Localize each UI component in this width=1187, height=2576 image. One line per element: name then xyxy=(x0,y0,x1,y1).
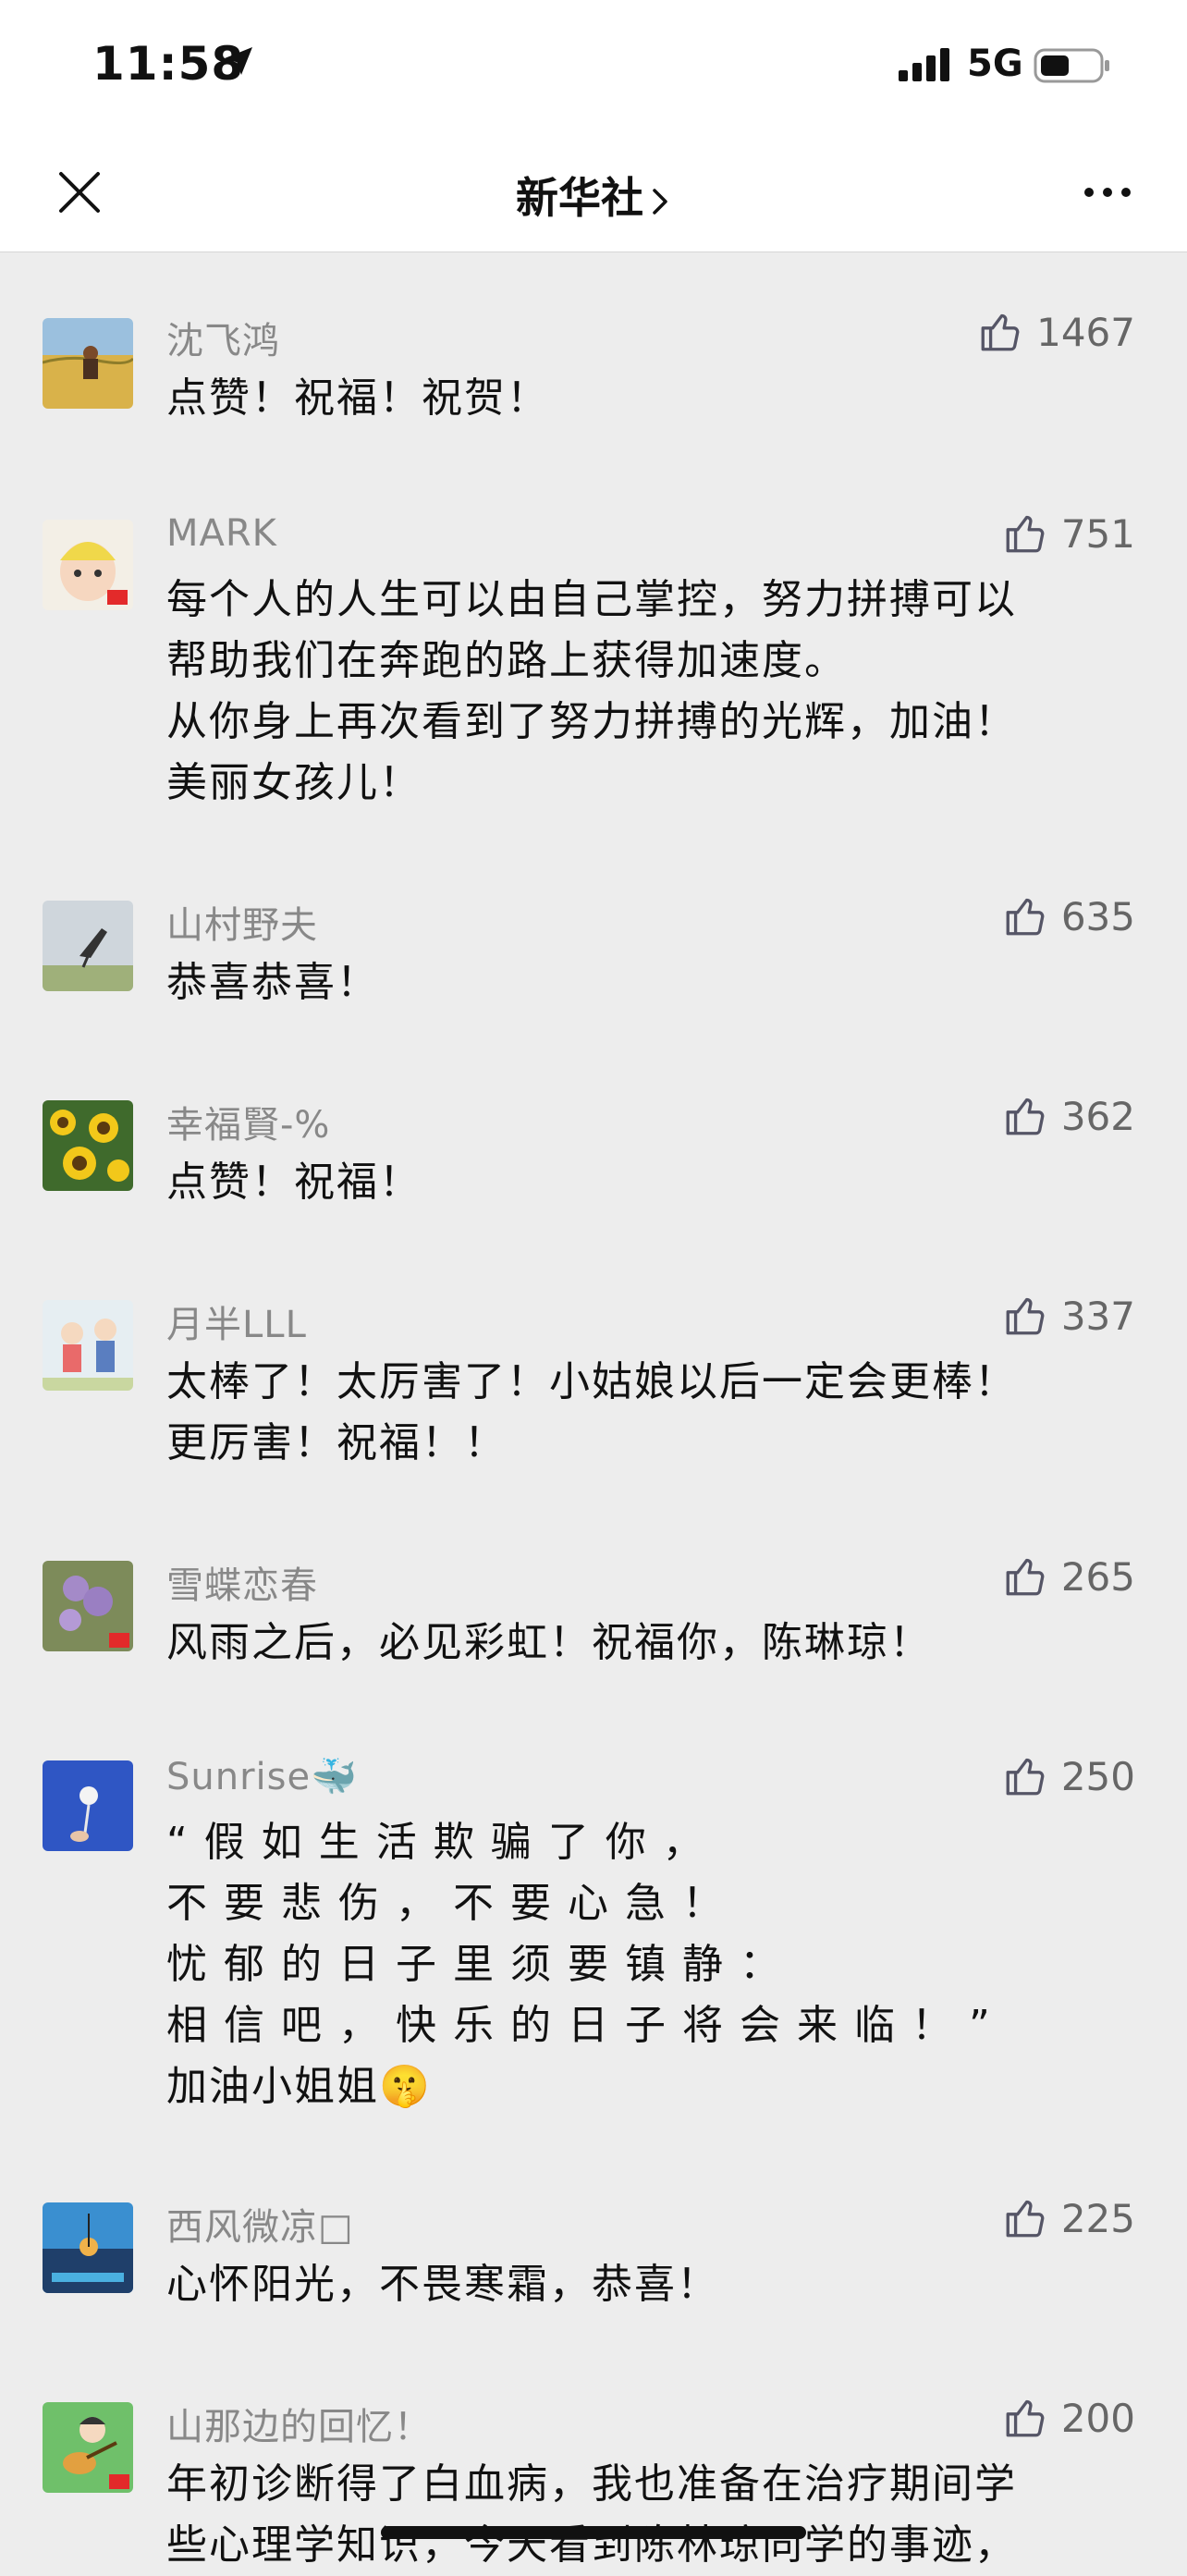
location-arrow-icon xyxy=(225,47,252,75)
comment-username[interactable]: MARK xyxy=(166,512,277,555)
sunset-avatar[interactable] xyxy=(43,2202,133,2293)
baby-avatar[interactable] xyxy=(43,520,133,610)
like-count: 362 xyxy=(1060,1093,1135,1139)
like-count: 635 xyxy=(1060,893,1135,939)
like-button[interactable]: 225 xyxy=(1002,2195,1135,2241)
comment-text-end: 加油小姐姐🤫 xyxy=(166,2063,432,2110)
more-icon[interactable] xyxy=(1082,183,1133,202)
like-button[interactable]: 200 xyxy=(1002,2395,1135,2441)
comment-text: 太棒了！太厉害了！小姑娘以后一定会更棒！ 更厉害！祝福！！ xyxy=(166,1358,1017,1466)
like-count: 250 xyxy=(1060,1753,1135,1799)
comment-text: “假如生活欺骗了你， 不要悲伤，不要心急！ 忧郁的日子里须要镇静： 相信吧，快乐… xyxy=(166,1819,1007,2049)
comment-username[interactable]: Sunrise🐳 xyxy=(166,1755,358,1798)
like-count: 225 xyxy=(1060,2195,1135,2241)
thumbs-up-icon xyxy=(1006,898,1045,936)
like-button[interactable]: 265 xyxy=(1002,1553,1135,1600)
thumbs-up-icon xyxy=(1006,1558,1045,1596)
like-button[interactable]: 250 xyxy=(1002,1753,1135,1799)
thumbs-up-icon xyxy=(1006,1758,1045,1796)
sunflower-avatar[interactable] xyxy=(43,1100,133,1191)
dandelion-avatar[interactable] xyxy=(43,1760,133,1851)
like-button[interactable]: 362 xyxy=(1002,1093,1135,1139)
comment-username[interactable]: 幸福賢-% xyxy=(166,1095,330,1148)
like-count: 337 xyxy=(1060,1293,1135,1339)
cartoon-avatar[interactable] xyxy=(43,1300,133,1391)
like-button[interactable]: 635 xyxy=(1002,893,1135,939)
comment-text: 点赞！祝福！祝贺！ xyxy=(166,374,549,422)
like-count: 1467 xyxy=(1036,309,1135,355)
comment-username[interactable]: 山那边的回忆！ xyxy=(166,2397,432,2450)
comment-username[interactable]: 西风微凉□ xyxy=(166,2197,354,2251)
whale-emoji: 🐳 xyxy=(311,1756,358,1798)
flower-avatar[interactable] xyxy=(43,1561,133,1651)
chevron-right-icon xyxy=(653,188,667,215)
like-button[interactable]: 751 xyxy=(1002,510,1135,557)
comment-text: 恭喜恭喜！ xyxy=(166,959,379,1006)
network-type: 5G xyxy=(967,43,1023,85)
thumbs-up-icon xyxy=(1006,515,1045,553)
comment-username[interactable]: 雪蝶恋春 xyxy=(166,1555,318,1609)
home-indicator[interactable] xyxy=(381,2526,806,2539)
comment-text: 年初诊断得了白血病，我也准备在治疗期间学 些心理学知识，今天看到陈林琼同学的事迹… xyxy=(166,2460,1017,2569)
like-count: 200 xyxy=(1060,2395,1135,2441)
like-button[interactable]: 337 xyxy=(1002,1293,1135,1339)
battery-icon xyxy=(1034,48,1109,83)
thumbs-up-icon xyxy=(1006,2200,1045,2238)
like-count: 265 xyxy=(1060,1553,1135,1600)
thumbs-up-icon xyxy=(1006,1098,1045,1135)
wheat-field-avatar[interactable] xyxy=(43,318,133,409)
nav-title[interactable]: 新华社 xyxy=(0,165,1187,226)
comment-username[interactable]: 月半LLL xyxy=(166,1294,307,1348)
comment-username[interactable]: 沈飞鸿 xyxy=(166,311,280,364)
comment-username[interactable]: 山村野夫 xyxy=(166,895,318,949)
status-bar: 11:58 5G xyxy=(0,0,1187,139)
thumbs-up-icon xyxy=(1006,2399,1045,2437)
comment-text: 点赞！祝福！ xyxy=(166,1159,422,1206)
nav-title-text[interactable]: 新华社 xyxy=(516,173,643,223)
shush-emoji: 🤫 xyxy=(379,2063,432,2110)
thumbs-up-icon xyxy=(981,313,1020,351)
comment-text: 每个人的人生可以由自己掌控，努力拼搏可以 帮助我们在奔跑的路上获得加速度。 从你… xyxy=(166,576,1017,806)
bird-avatar[interactable] xyxy=(43,901,133,991)
signal-icon xyxy=(899,48,949,81)
comment-text: 心怀阳光，不畏寒霜，恭喜！ xyxy=(166,2261,719,2308)
nav-bar: 新华社 xyxy=(0,139,1187,252)
comment-text: 风雨之后，必见彩虹！祝福你，陈琳琼！ xyxy=(166,1619,932,1666)
like-button[interactable]: 1467 xyxy=(977,309,1135,355)
like-count: 751 xyxy=(1060,510,1135,557)
guitar-avatar[interactable] xyxy=(43,2402,133,2493)
thumbs-up-icon xyxy=(1006,1297,1045,1335)
